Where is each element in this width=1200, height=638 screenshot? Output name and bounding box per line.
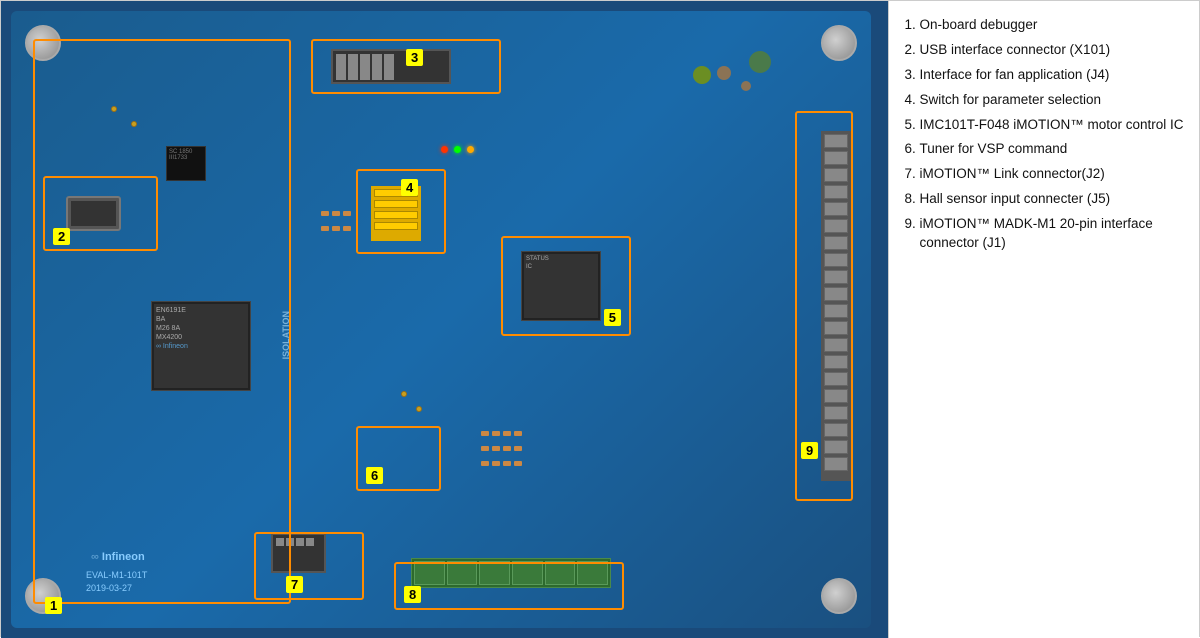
- box-2: 2: [43, 176, 158, 251]
- pcb-board: EN6191EBAM26 8AMX4200∞ Infineon STATUSIC…: [11, 11, 871, 628]
- label-6: 6: [366, 467, 383, 484]
- list-item-9: iMOTION™ MADK-M1 20-pin interface connec…: [919, 215, 1187, 253]
- box-1: 1: [33, 39, 291, 604]
- box-3: 3: [311, 39, 501, 94]
- box-9: 9: [795, 111, 853, 501]
- label-9: 9: [801, 442, 818, 459]
- list-item-1: On-board debugger: [919, 16, 1187, 35]
- via3: [401, 391, 407, 397]
- description-panel: On-board debugger USB interface connecto…: [889, 1, 1199, 638]
- box-7: 7: [254, 532, 364, 600]
- screw-tr: [821, 25, 857, 61]
- cap2: [741, 81, 751, 91]
- label-2: 2: [53, 228, 70, 245]
- cap3: [693, 66, 711, 84]
- cap1: [717, 66, 731, 80]
- list-item-4: Switch for parameter selection: [919, 91, 1187, 110]
- label-7: 7: [286, 576, 303, 593]
- screw-br: [821, 578, 857, 614]
- label-4: 4: [401, 179, 418, 196]
- cap4: [749, 51, 771, 73]
- box-6: 6: [356, 426, 441, 491]
- label-5: 5: [604, 309, 621, 326]
- list-item-3: Interface for fan application (J4): [919, 66, 1187, 85]
- list-item-6: Tuner for VSP command: [919, 140, 1187, 159]
- box-5: 5: [501, 236, 631, 336]
- list-item-2: USB interface connector (X101): [919, 41, 1187, 60]
- component-list: On-board debugger USB interface connecto…: [919, 16, 1187, 253]
- leds: [441, 146, 474, 153]
- box-8: 8: [394, 562, 624, 610]
- label-1: 1: [45, 597, 62, 614]
- list-item-7: iMOTION™ Link connector(J2): [919, 165, 1187, 184]
- via4: [416, 406, 422, 412]
- box-4: 4: [356, 169, 446, 254]
- list-item-5: IMC101T-F048 iMOTION™ motor control IC: [919, 116, 1187, 135]
- label-8: 8: [404, 586, 421, 603]
- label-3: 3: [406, 49, 423, 66]
- list-item-8: Hall sensor input connecter (J5): [919, 190, 1187, 209]
- pcb-image: EN6191EBAM26 8AMX4200∞ Infineon STATUSIC…: [1, 1, 889, 638]
